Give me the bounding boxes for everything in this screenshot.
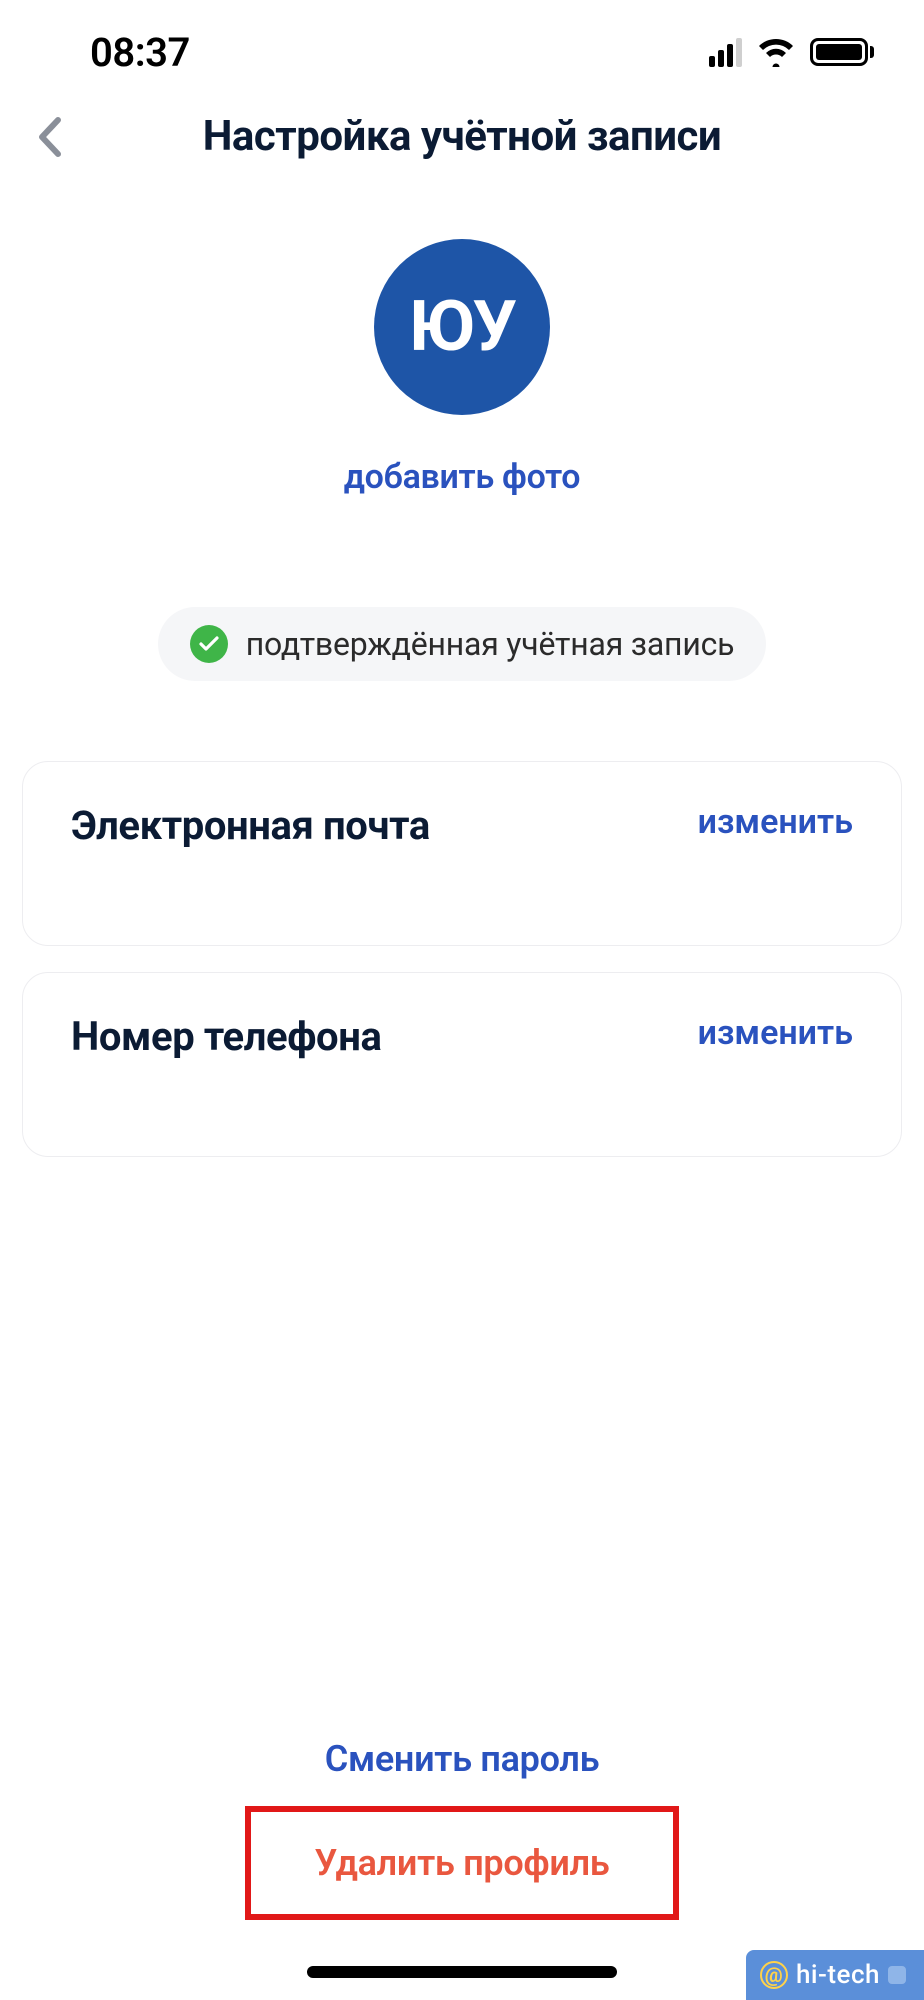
cellular-signal-icon bbox=[709, 38, 742, 67]
delete-profile-highlight: Удалить профиль bbox=[245, 1806, 680, 1920]
back-button[interactable] bbox=[34, 116, 64, 158]
page-title: Настройка учётной записи bbox=[34, 112, 890, 161]
phone-card: Номер телефона изменить bbox=[22, 972, 902, 1157]
nav-header: Настройка учётной записи bbox=[0, 92, 924, 191]
delete-profile-link[interactable]: Удалить профиль bbox=[315, 1842, 610, 1884]
status-time: 08:37 bbox=[90, 29, 190, 76]
verification-badge: подтверждённая учётная запись bbox=[158, 607, 767, 681]
email-card: Электронная почта изменить bbox=[22, 761, 902, 946]
chevron-left-icon bbox=[34, 116, 64, 158]
phone-change-link[interactable]: изменить bbox=[698, 1013, 853, 1053]
wifi-icon bbox=[756, 37, 796, 67]
settings-cards: Электронная почта изменить Номер телефон… bbox=[0, 681, 924, 1157]
change-password-link[interactable]: Сменить пароль bbox=[325, 1738, 600, 1780]
watermark-text: hi-tech bbox=[796, 1960, 880, 1990]
home-indicator[interactable] bbox=[307, 1966, 617, 1978]
email-change-link[interactable]: изменить bbox=[698, 802, 853, 842]
avatar-initials: ЮУ bbox=[409, 286, 515, 368]
at-icon: @ bbox=[760, 1961, 788, 1989]
verification-text: подтверждённая учётная запись bbox=[246, 625, 735, 663]
watermark: @ hi-tech bbox=[746, 1950, 924, 2000]
phone-card-title: Номер телефона bbox=[71, 1013, 381, 1060]
check-circle-icon bbox=[190, 625, 228, 663]
add-photo-link[interactable]: добавить фото bbox=[344, 457, 581, 497]
email-card-title: Электронная почта bbox=[71, 802, 430, 849]
bottom-links: Сменить пароль Удалить профиль bbox=[0, 1738, 924, 1920]
status-bar: 08:37 bbox=[0, 0, 924, 92]
square-icon bbox=[888, 1966, 906, 1984]
status-icons bbox=[709, 37, 874, 67]
profile-section: ЮУ добавить фото подтверждённая учётная … bbox=[0, 191, 924, 681]
avatar[interactable]: ЮУ bbox=[374, 239, 550, 415]
battery-icon bbox=[810, 38, 874, 66]
